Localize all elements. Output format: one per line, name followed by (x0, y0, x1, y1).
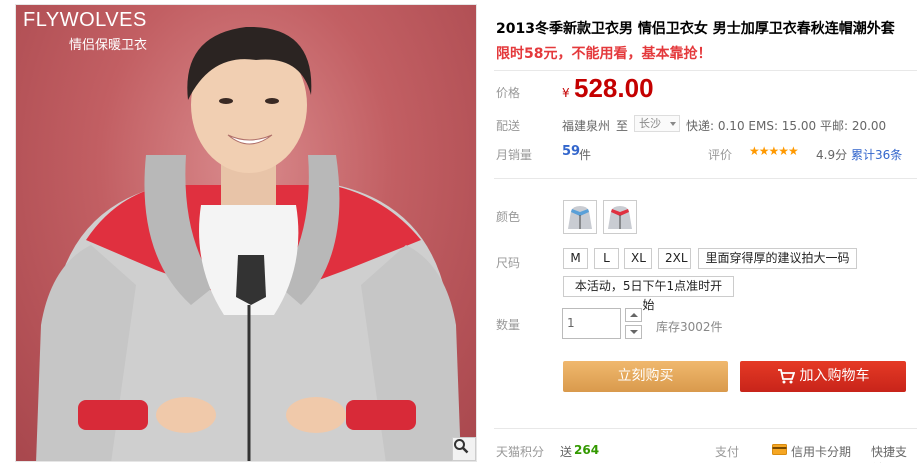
size-option-xl[interactable]: XL (624, 248, 652, 269)
brand-name: FLYWOLVES (23, 9, 147, 31)
size-note-option[interactable]: 里面穿得厚的建议拍大一码 (698, 248, 857, 269)
color-option-blue-grey[interactable] (563, 200, 597, 234)
installment-link[interactable]: 信用卡分期 (791, 443, 851, 460)
ship-to-word: 至 (616, 119, 629, 133)
stock-text: 库存3002件 (656, 320, 723, 334)
brand-logo: FLYWOLVES 情侣保暖卫衣 (23, 9, 147, 53)
price-label: 价格 (496, 86, 521, 100)
size-option-m[interactable]: M (563, 248, 588, 269)
quantity-label: 数量 (496, 318, 521, 332)
points-prefix: 送 (560, 445, 573, 459)
product-image[interactable]: FLYWOLVES 情侣保暖卫衣 (15, 4, 477, 462)
points-value: 264 (574, 443, 600, 457)
shipping-rates: 快递: 0.10 EMS: 15.00 平邮: 20.00 (686, 119, 887, 133)
price-value: 528.00 (574, 73, 654, 103)
currency-symbol: ¥ (562, 86, 570, 100)
monthly-sales-count: 59 (562, 144, 581, 159)
color-option-red-grey[interactable] (603, 200, 637, 234)
divider (494, 70, 917, 71)
chevron-down-icon (670, 122, 676, 126)
zoom-icon[interactable] (452, 437, 476, 461)
add-to-cart-button[interactable]: 加入购物车 (740, 361, 906, 392)
add-to-cart-label: 加入购物车 (799, 368, 870, 384)
monthly-sales-unit: 件 (579, 148, 592, 162)
buy-now-button[interactable]: 立刻购买 (563, 361, 728, 392)
points-label: 天猫积分 (496, 445, 545, 459)
rating-stars: ★★★★★ (749, 144, 799, 158)
size-option-l[interactable]: L (594, 248, 619, 269)
chevron-down-icon (629, 330, 638, 334)
quantity-increase-button[interactable] (625, 308, 642, 322)
size-label: 尺码 (496, 256, 521, 270)
color-label: 颜色 (496, 210, 521, 224)
shipping-label: 配送 (496, 119, 521, 133)
promo-text: 限时58元，不能用看，基本靠抢！ (496, 46, 712, 62)
size-option-2xl[interactable]: 2XL (658, 248, 691, 269)
quantity-input[interactable]: 1 (562, 308, 621, 339)
divider (494, 178, 917, 179)
monthly-sales-label: 月销量 (496, 148, 533, 162)
destination-value: 长沙 (639, 117, 661, 130)
quick-pay-link[interactable]: 快捷支付 (871, 443, 917, 463)
divider (494, 428, 917, 429)
rating-score: 4.9分 (816, 148, 848, 162)
cart-icon (777, 369, 795, 384)
reviews-link[interactable]: 累计36条 (851, 146, 902, 163)
rating-label: 评价 (708, 148, 733, 162)
model-illustration (36, 26, 461, 461)
destination-select[interactable]: 长沙 (634, 115, 680, 132)
quantity-decrease-button[interactable] (625, 325, 642, 339)
credit-card-icon (772, 444, 787, 458)
event-notice-option[interactable]: 本活动，5日下午1点准时开始 (563, 276, 734, 312)
brand-tagline: 情侣保暖卫衣 (69, 38, 148, 53)
ship-from: 福建泉州 (562, 119, 611, 133)
payment-label: 支付 (715, 445, 740, 459)
product-title: 2013冬季新款卫衣男 情侣卫衣女 男士加厚卫衣春秋连帽潮外套 (496, 21, 895, 37)
chevron-up-icon (629, 313, 638, 317)
